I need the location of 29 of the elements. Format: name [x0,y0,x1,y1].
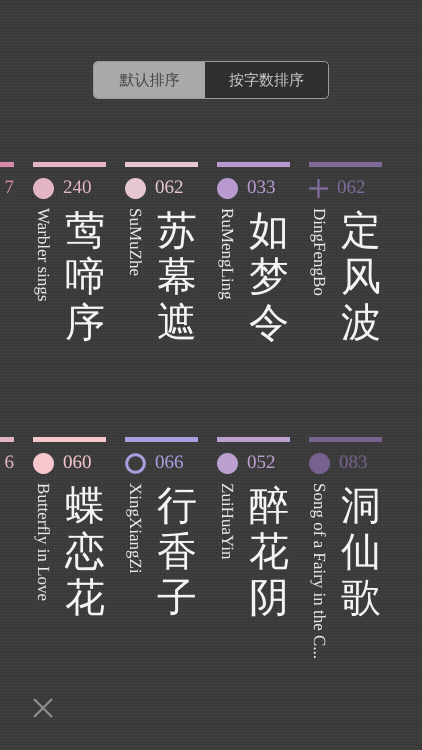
sort-tab[interactable]: 按字数排序 [205,62,328,98]
romanized-title: DingFengBo [309,208,329,296]
count-number: 062 [155,177,184,199]
count-number: 060 [63,452,92,474]
poem-title[interactable]: 洞仙歌 [341,483,381,621]
count-number: 7 [4,177,14,199]
count-number: 6 [4,452,14,474]
count-number: 062 [337,177,366,199]
count-number: 052 [247,452,276,474]
romanized-title: RuMengLing [217,208,237,300]
romanized-title: Warbler sings [33,208,53,302]
count-number: 083 [339,452,368,474]
romanized-title: XingXiangZi [125,483,145,574]
poem-title[interactable]: 定风波 [341,208,381,346]
poem-title[interactable]: 醉花阴 [249,483,289,621]
close-icon[interactable] [33,698,53,718]
romanized-title: ZuiHuaYin [217,483,237,560]
poem-title[interactable]: 行香子 [157,483,197,621]
romanized-title: Butterfly in Love [33,483,53,602]
count-number: 066 [155,452,184,474]
poem-title[interactable]: 莺啼序 [65,208,105,346]
count-number: 240 [63,177,92,199]
poem-title[interactable]: 如梦令 [249,208,289,346]
romanized-title: Song of a Fairy in the C... [309,483,329,660]
poem-title[interactable]: 苏幕遮 [157,208,197,346]
count-number: 033 [247,177,276,199]
poem-title[interactable]: 蝶恋花 [65,483,105,621]
romanized-title: SuMuZhe [125,208,145,276]
sort-tab[interactable]: 默认排序 [94,62,206,98]
